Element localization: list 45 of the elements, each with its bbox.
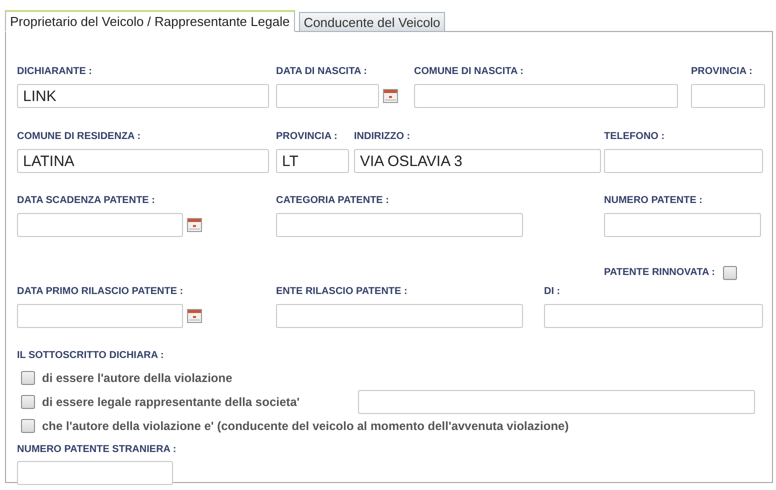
input-field[interactable]: LINK (17, 84, 269, 108)
field-label: TELEFONO : (604, 130, 666, 144)
field-label: DI : (544, 285, 562, 299)
calendar-icon[interactable] (383, 89, 398, 103)
field-label: DATA DI NASCITA : (276, 65, 368, 79)
field-label: IL SOTTOSCRITTO DICHIARA : (17, 349, 165, 363)
input-field[interactable] (17, 461, 173, 485)
checkbox-label: che l'autore della violazione e' (conducente del veicolo al momento dell'avvenuta violazione) (42, 418, 569, 435)
field-label: PROVINCIA : (276, 130, 338, 144)
input-field[interactable] (544, 304, 763, 328)
input-field[interactable] (358, 390, 755, 414)
input-field[interactable]: LATINA (17, 149, 269, 173)
field-label: DICHIARANTE : (17, 65, 93, 79)
field-label: ENTE RILASCIO PATENTE : (276, 285, 408, 299)
input-field[interactable] (276, 304, 523, 328)
calendar-icon[interactable] (187, 309, 202, 323)
input-field[interactable]: LT (276, 149, 349, 173)
input-field[interactable] (276, 213, 523, 237)
checkbox[interactable] (21, 419, 35, 433)
input-field[interactable] (604, 149, 763, 173)
field-label: NUMERO PATENTE : (604, 194, 704, 208)
calendar-icon[interactable] (187, 218, 202, 232)
field-label: CATEGORIA PATENTE : (276, 194, 390, 208)
field-label: COMUNE DI NASCITA : (414, 65, 524, 79)
field-label: DATA SCADENZA PATENTE : (17, 194, 156, 208)
input-field[interactable] (276, 84, 379, 108)
input-field[interactable] (414, 84, 678, 108)
checkbox-label: di essere l'autore della violazione (42, 370, 232, 387)
checkbox[interactable] (21, 371, 35, 385)
tab[interactable]: Proprietario del Veicolo / Rappresentante Legale (5, 10, 295, 32)
field-label: COMUNE DI RESIDENZA : (17, 130, 142, 144)
tab[interactable]: Conducente del Veicolo (298, 12, 446, 32)
input-field[interactable] (17, 213, 183, 237)
field-label: PATENTE RINNOVATA : (604, 266, 715, 280)
field-label: DATA PRIMO RILASCIO PATENTE : (17, 285, 184, 299)
field-label: PROVINCIA : (691, 65, 754, 79)
input-field[interactable] (691, 84, 765, 108)
checkbox[interactable] (21, 395, 35, 409)
checkbox[interactable] (722, 266, 737, 280)
input-field[interactable] (17, 304, 183, 328)
input-field[interactable]: VIA OSLAVIA 3 (354, 149, 601, 173)
field-label: NUMERO PATENTE STRANIERA : (17, 443, 178, 457)
input-field[interactable] (604, 213, 761, 237)
checkbox-label: di essere legale rappresentante della societa' (42, 394, 300, 411)
field-label: INDIRIZZO : (354, 130, 412, 144)
